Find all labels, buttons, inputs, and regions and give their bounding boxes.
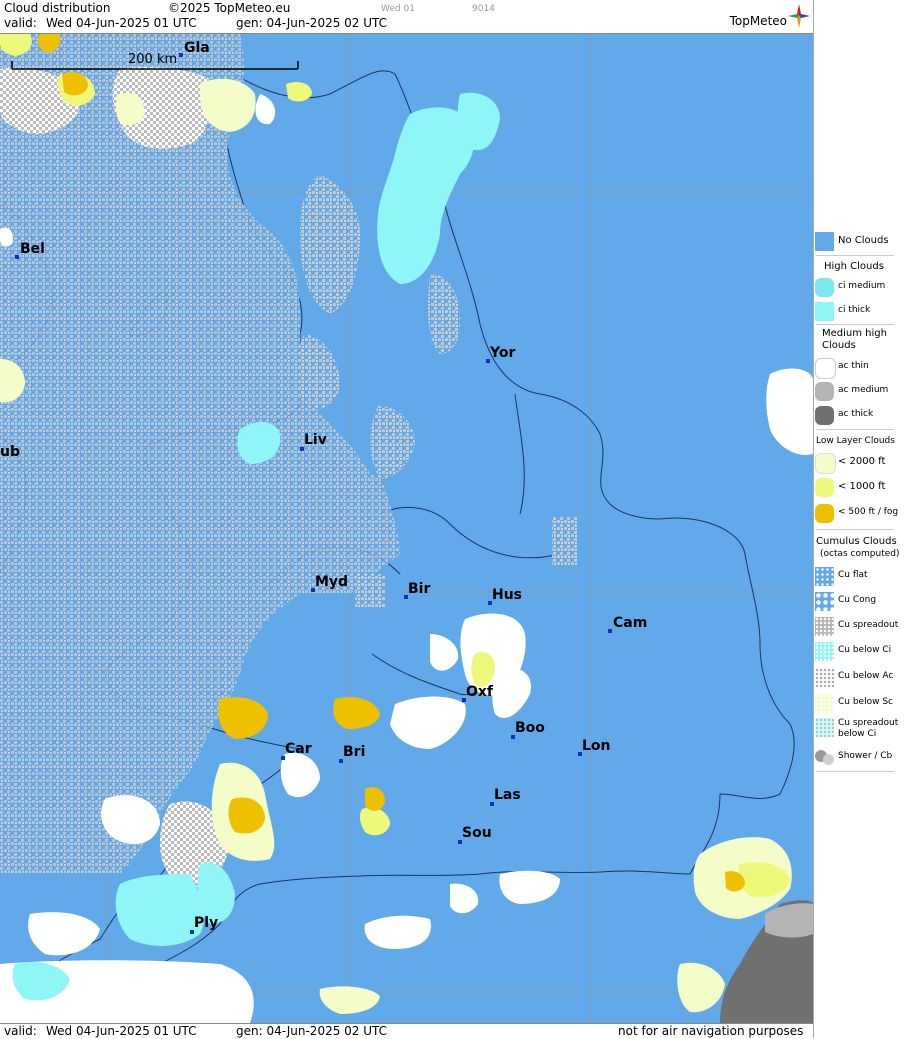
city-label-lon: Lon xyxy=(582,738,611,754)
legend-medium-title: Medium high Clouds xyxy=(822,328,887,351)
code-small: 9014 xyxy=(472,4,495,14)
valid-label: valid: xyxy=(4,16,37,30)
city-marker-myd xyxy=(311,588,315,592)
city-marker-car xyxy=(281,756,285,760)
low-500-swatch xyxy=(815,504,834,523)
ac-thin-swatch xyxy=(815,358,836,379)
city-label-myd: Myd xyxy=(315,574,349,590)
legend-shower-cb: Shower / Cb xyxy=(814,746,902,768)
legend-cu-spreadout: Cu spreadout xyxy=(814,615,902,637)
legend-high-title: High Clouds xyxy=(824,261,884,272)
cu-flat-swatch xyxy=(815,567,834,586)
header-bar: Cloud distribution ©2025 TopMeteo.eu Wed… xyxy=(0,0,813,34)
city-label-las: Las xyxy=(494,787,521,803)
city-marker-ply xyxy=(190,930,194,934)
city-label-ply: Ply xyxy=(194,915,219,931)
legend-low-500: < 500 ft / fog xyxy=(814,502,902,524)
legend-low-2000: < 2000 ft xyxy=(814,451,902,474)
copyright: ©2025 TopMeteo.eu xyxy=(168,1,291,15)
city-label-boo: Boo xyxy=(515,720,545,736)
city-label-hus: Hus xyxy=(492,587,523,603)
cu-below-ci-swatch xyxy=(815,642,834,661)
legend-cu-below-sc: Cu below Sc xyxy=(814,692,902,714)
ac-thick-swatch xyxy=(815,406,834,425)
city-marker-sou xyxy=(458,840,462,844)
footer-valid-value: Wed 04-Jun-2025 01 UTC xyxy=(46,1024,197,1038)
cu-cong-swatch xyxy=(815,592,834,611)
city-marker-bir xyxy=(404,595,408,599)
city-label-sou: Sou xyxy=(462,825,492,841)
city-marker-las xyxy=(490,802,494,806)
scale-bar-label: 200 km xyxy=(128,52,178,67)
city-marker-cam xyxy=(608,629,612,633)
low-2000-swatch xyxy=(815,453,836,474)
city-label-gla: Gla xyxy=(184,40,210,56)
ac-medium-swatch xyxy=(815,382,834,401)
gen-value: gen: 04-Jun-2025 02 UTC xyxy=(236,16,388,30)
legend-cumulus-sub: (octas computed) xyxy=(820,549,900,559)
legend-cumulus-title: Cumulus Clouds xyxy=(816,536,897,547)
map-drawing xyxy=(0,34,813,1023)
topmeteo-logo-text: TopMeteo xyxy=(729,14,787,28)
legend-cu-cong: Cu Cong xyxy=(814,590,902,612)
compass-logo-icon xyxy=(788,4,810,28)
city-label-oxf: Oxf xyxy=(466,684,494,700)
legend-ac-medium: ac medium xyxy=(814,380,902,402)
legend-ac-thick: ac thick xyxy=(814,404,902,426)
footer-gen-value: gen: 04-Jun-2025 02 UTC xyxy=(236,1024,388,1038)
cloud-map[interactable]: 200 km Gla Bel Yor Liv ub Myd Bir Hus Cam Oxf Boo L… xyxy=(0,34,813,1023)
legend-ci-thick: ci thick xyxy=(814,300,902,322)
legend-cu-spread-below-ci: Cu spreadout below Ci xyxy=(814,716,902,746)
legend-low-1000: < 1000 ft xyxy=(814,476,902,498)
city-label-bir: Bir xyxy=(408,581,431,597)
legend-cu-below-ci: Cu below Ci xyxy=(814,640,902,662)
shower-cb-swatch xyxy=(815,748,834,767)
city-label-car: Car xyxy=(285,741,312,757)
city-marker-bel xyxy=(15,255,19,259)
legend-cu-below-ac: Cu below Ac xyxy=(814,666,902,688)
city-marker-bri xyxy=(339,759,343,763)
city-label-cam: Cam xyxy=(613,615,648,631)
city-label-bel: Bel xyxy=(20,241,45,257)
city-marker-liv xyxy=(300,447,304,451)
disclaimer: not for air navigation purposes xyxy=(618,1024,804,1038)
cu-below-sc-swatch xyxy=(815,694,834,713)
cu-spread-below-ci-swatch xyxy=(815,718,834,737)
ci-medium-swatch xyxy=(815,278,834,297)
city-marker-gla xyxy=(179,53,183,57)
legend-no-clouds: No Clouds xyxy=(814,230,902,252)
legend-ci-medium: ci medium xyxy=(814,276,902,298)
low-1000-swatch xyxy=(815,478,834,497)
city-marker-hus xyxy=(488,601,492,605)
legend-ac-thin: ac thin xyxy=(814,356,902,379)
day-small: Wed 01 xyxy=(381,4,415,14)
legend-cu-flat: Cu flat xyxy=(814,565,902,587)
city-marker-lon xyxy=(578,752,582,756)
city-label-bri: Bri xyxy=(343,744,366,760)
footer-bar: valid: Wed 04-Jun-2025 01 UTC gen: 04-Ju… xyxy=(0,1023,813,1039)
city-marker-yor xyxy=(486,359,490,363)
ci-thick-swatch xyxy=(815,302,834,321)
city-label-yor: Yor xyxy=(490,345,516,361)
chart-title: Cloud distribution xyxy=(4,1,111,15)
city-label-liv: Liv xyxy=(304,432,327,448)
legend-panel: No Clouds High Clouds ci medium ci thick… xyxy=(813,0,905,1038)
legend-low-title: Low Layer Clouds xyxy=(816,436,895,446)
city-marker-oxf xyxy=(462,698,466,702)
no-clouds-swatch xyxy=(815,232,834,251)
city-label-ub: ub xyxy=(0,444,20,460)
footer-valid-label: valid: xyxy=(4,1024,37,1038)
cu-below-ac-swatch xyxy=(815,668,834,687)
valid-value: Wed 04-Jun-2025 01 UTC xyxy=(46,16,197,30)
city-marker-boo xyxy=(511,735,515,739)
cu-spreadout-swatch xyxy=(815,617,834,636)
